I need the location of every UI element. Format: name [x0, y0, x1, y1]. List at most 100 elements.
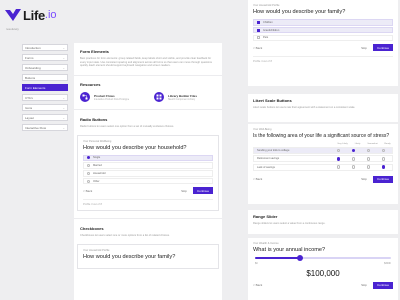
- radio-option-household[interactable]: Household: [83, 170, 213, 177]
- likert-row: Lack of savings: [253, 163, 393, 171]
- brand[interactable]: Life .io: [4, 4, 57, 26]
- checkbox-option-grandchildren[interactable]: Grandchildren: [253, 26, 393, 34]
- checkbox-option-children[interactable]: Children: [253, 19, 393, 26]
- likert-option[interactable]: [333, 157, 344, 161]
- radio-option-married[interactable]: Married: [83, 162, 213, 169]
- question-category: Your Household Profile: [253, 4, 280, 7]
- skip-link[interactable]: Skip: [361, 283, 367, 287]
- likert-options: [333, 157, 389, 161]
- progress-text: Profile 3 out of 8: [83, 199, 213, 206]
- sidebar-item-onboarding[interactable]: Onboarding ⌄: [22, 64, 68, 71]
- sidebar-item-label: Introduction: [25, 45, 41, 50]
- checkbox-option-pets[interactable]: Pets: [253, 34, 393, 42]
- sidebar: Introduction ⌄ Forms ⌄ Onboarding ⌄ Buttons…: [22, 44, 68, 131]
- likert-option[interactable]: [348, 148, 359, 153]
- option-label: Other: [93, 179, 100, 183]
- brand-tagline: resolutely: [6, 27, 19, 31]
- radio-section-title: Radio Buttons: [80, 116, 108, 122]
- checkbox-section-title: Checkboxes: [80, 226, 104, 232]
- sidebar-item-layout[interactable]: Layout ⌄: [22, 114, 68, 121]
- divider: [74, 109, 222, 110]
- back-link[interactable]: < Back: [253, 283, 262, 287]
- likert-column-label: Rarely: [384, 143, 391, 145]
- divider: [74, 74, 222, 76]
- chevron-down-icon: ⌄: [62, 55, 65, 60]
- slider-handle[interactable]: [296, 254, 303, 261]
- back-link[interactable]: < Back: [253, 177, 262, 181]
- question-title: Is the following area of your life a sig…: [253, 133, 390, 139]
- radio-icon: [87, 156, 90, 160]
- likert-row-label: Sending your kids to college: [257, 149, 290, 152]
- radio-icon: [366, 165, 371, 169]
- continue-button[interactable]: Continue: [372, 44, 393, 52]
- radio-option-other[interactable]: Other: [83, 177, 213, 185]
- option-label: Single: [93, 156, 101, 160]
- radio-option-single[interactable]: Single: [83, 154, 213, 162]
- continue-button[interactable]: Continue: [372, 281, 393, 289]
- chevron-down-icon: ⌄: [62, 65, 65, 70]
- progress-text: Profile 4 out of 8: [253, 56, 393, 63]
- resource-product-flows[interactable]: Product Flows Interactive Product Flow P…: [80, 92, 140, 103]
- sidebar-item-ctas[interactable]: CTA's ⌄: [22, 94, 68, 101]
- radio-icon: [336, 165, 341, 169]
- likert-column-label: Likely: [354, 143, 361, 145]
- likert-row-label: Lack of savings: [257, 165, 275, 169]
- income-slider-card: Your Wealth & Income What is your annual…: [248, 238, 398, 300]
- question-category: Your Household Profile: [83, 248, 110, 252]
- skip-link[interactable]: Skip: [181, 189, 187, 193]
- sidebar-item-form-elements[interactable]: Form Elements: [22, 84, 68, 91]
- likert-option[interactable]: [378, 165, 389, 169]
- stress-likert-card: Your Well-Being Is the following area of…: [248, 124, 398, 204]
- skip-link[interactable]: Skip: [361, 177, 367, 181]
- flow-icon: [80, 92, 90, 103]
- likert-option[interactable]: [348, 165, 359, 169]
- likert-section-desc: Likert scale buttons let users rate thei…: [253, 106, 356, 109]
- right-artboard: Your Household Profile How would you des…: [248, 0, 398, 300]
- resource-library-files[interactable]: Library Builder Files Sketch Component L…: [154, 92, 214, 103]
- sidebar-item-buttons[interactable]: Buttons: [22, 74, 68, 81]
- income-slider[interactable]: $0 $300K: [253, 254, 393, 265]
- sidebar-item-introduction[interactable]: Introduction ⌄: [22, 44, 68, 51]
- likert-option[interactable]: [363, 157, 374, 161]
- continue-button[interactable]: Continue: [192, 187, 213, 195]
- checkbox-icon: [257, 28, 260, 32]
- resources-list: Product Flows Interactive Product Flow P…: [80, 92, 216, 103]
- likert-row: Sending your kids to college: [253, 147, 393, 154]
- radio-icon: [336, 157, 341, 161]
- likert-row: Retirement savings: [253, 155, 393, 163]
- chevron-down-icon: ⌄: [62, 115, 65, 120]
- resource-desc: Sketch Component Library: [168, 98, 196, 101]
- back-link[interactable]: < Back: [83, 189, 92, 193]
- checkbox-section-desc: Checkboxes let users select one or more …: [80, 234, 170, 238]
- back-link[interactable]: < Back: [253, 46, 262, 50]
- option-label: Household: [93, 171, 106, 175]
- sidebar-item-icons[interactable]: Icons ⌄: [22, 104, 68, 111]
- chevron-down-icon: ⌄: [62, 125, 65, 130]
- slider-track[interactable]: [255, 254, 391, 261]
- likert-section-title: Likert Scale Buttons: [253, 98, 292, 103]
- sidebar-item-forms[interactable]: Forms ⌄: [22, 54, 68, 61]
- likert-option[interactable]: [333, 148, 344, 153]
- continue-button[interactable]: Continue: [372, 175, 393, 183]
- sidebar-item-interactive-flow[interactable]: Interactive Flow ⌄: [22, 124, 68, 131]
- radio-icon: [336, 148, 341, 153]
- household-question-card: Your Personal Wellbeing How would you de…: [77, 134, 219, 212]
- likert-option[interactable]: [378, 157, 389, 161]
- radio-icon: [381, 148, 386, 153]
- sidebar-item-label: Interactive Flow: [25, 125, 47, 130]
- radio-icon: [381, 157, 386, 161]
- likert-option[interactable]: [363, 148, 374, 153]
- sidebar-item-label: CTA's: [25, 95, 33, 100]
- sidebar-item-label: Icons: [25, 105, 33, 110]
- library-icon: [154, 92, 164, 103]
- likert-option[interactable]: [378, 148, 389, 153]
- resource-title: Library Builder Files: [168, 93, 198, 98]
- likert-option[interactable]: [363, 165, 374, 169]
- chevron-down-icon: ⌄: [62, 105, 65, 110]
- resource-desc: Interactive Product Flow Prototype: [94, 98, 130, 101]
- skip-link[interactable]: Skip: [361, 46, 367, 50]
- intro-text: Best practices for form elements: group …: [80, 57, 212, 68]
- likert-option[interactable]: [333, 165, 344, 169]
- likert-section-card: Likert Scale Buttons Likert scale button…: [248, 94, 398, 122]
- likert-option[interactable]: [348, 157, 359, 161]
